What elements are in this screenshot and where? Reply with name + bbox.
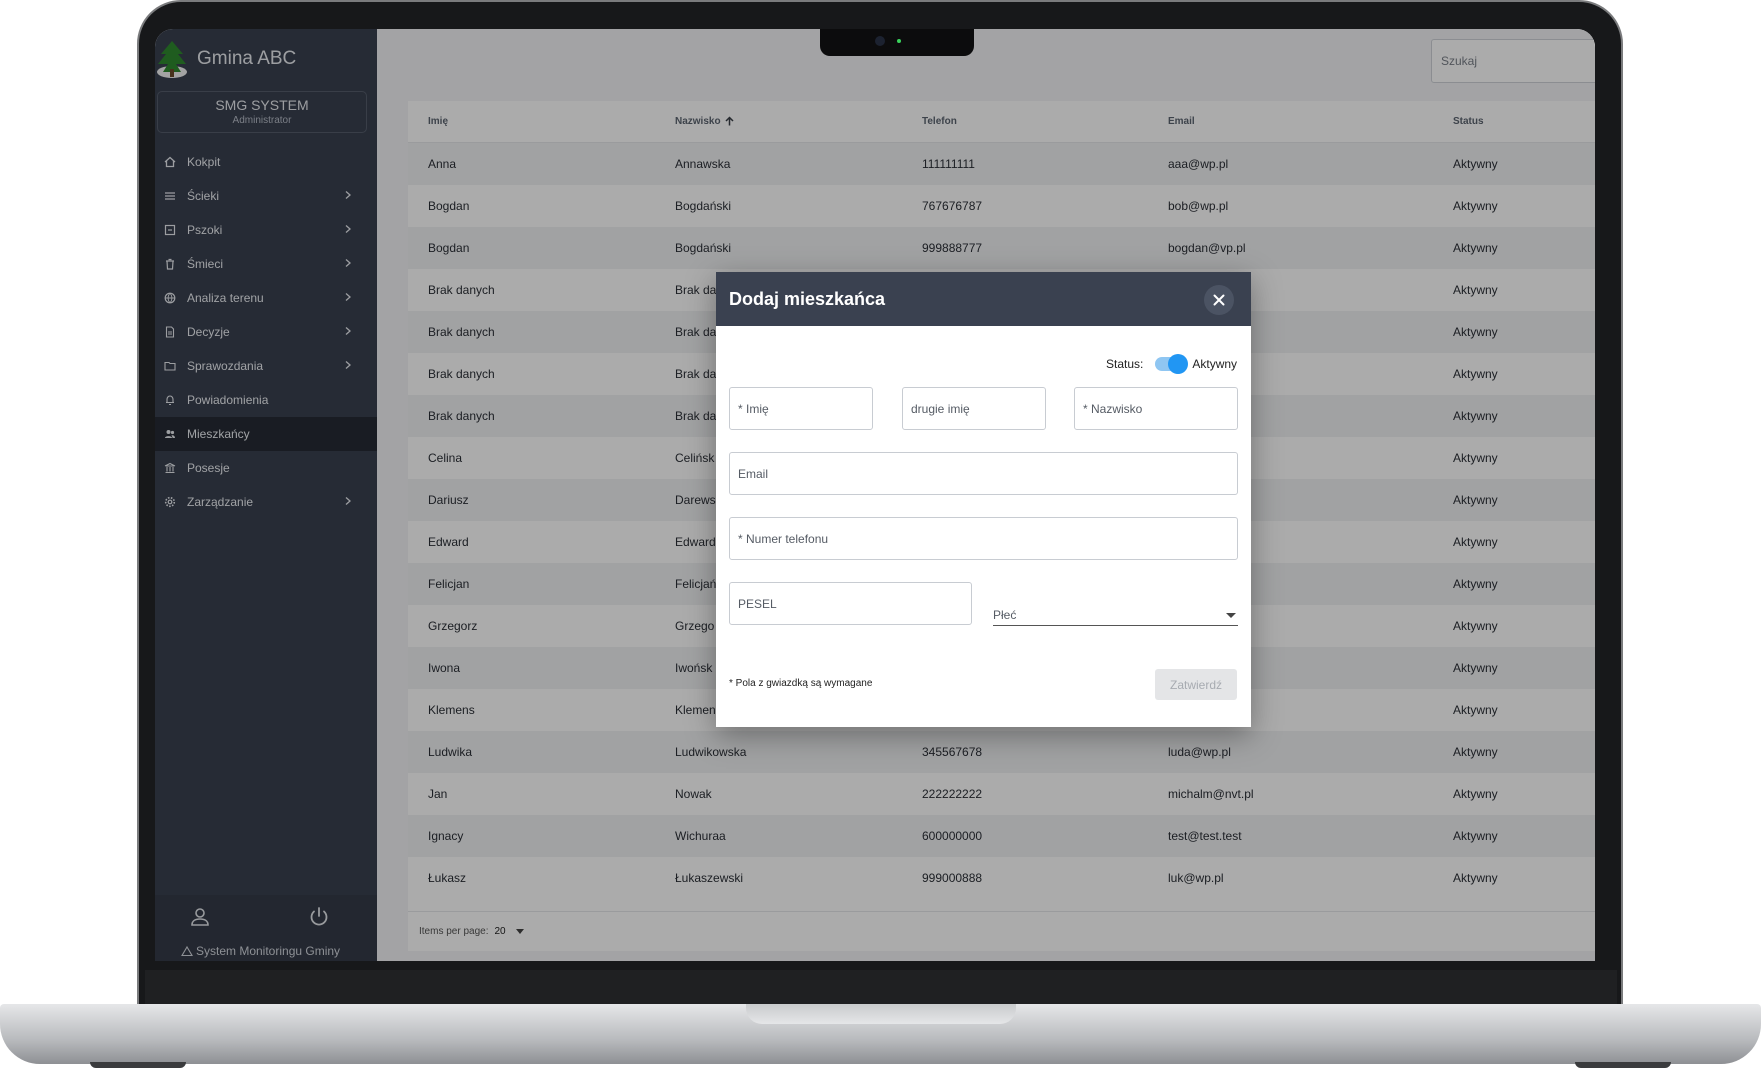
camera-notch [820,29,974,56]
laptop-foot-right [1575,1062,1671,1068]
required-fields-note: * Pola z gwiazdką są wymagane [729,678,873,689]
second-name-input[interactable] [911,401,1045,416]
second-name-field[interactable] [902,387,1046,430]
add-resident-dialog: Dodaj mieszkańca Status: Aktywny * Imię … [716,272,1251,727]
email-input[interactable] [738,466,1237,481]
dialog-title: Dodaj mieszkańca [729,288,886,309]
submit-button[interactable]: Zatwierdź [1155,669,1237,700]
screen: Gmina ABC SMG SYSTEM Administrator Kokpi… [155,29,1595,961]
phone-input[interactable] [738,531,1237,546]
status-label: Status: [1106,357,1144,371]
first-name-field[interactable] [729,387,873,430]
close-icon [1213,294,1225,306]
last-name-field[interactable] [1074,387,1238,430]
toggle-knob [1168,354,1189,374]
first-name-input[interactable] [738,401,872,416]
dialog-header: Dodaj mieszkańca [716,272,1251,326]
close-button[interactable] [1204,285,1234,315]
last-name-input[interactable] [1083,401,1237,416]
camera-led-icon [897,39,901,43]
status-row: Status: Aktywny [1106,354,1238,374]
status-toggle[interactable] [1155,354,1189,374]
laptop-foot-left [90,1062,186,1068]
chevron-down-icon [1226,613,1236,618]
pesel-field[interactable] [729,582,972,625]
laptop-hinge [145,970,1617,1004]
status-value: Aktywny [1192,357,1238,371]
laptop-thumb-notch [746,1004,1016,1024]
phone-field[interactable] [729,517,1238,560]
pesel-input[interactable] [738,596,971,611]
camera-lens-icon [875,36,885,46]
gender-select[interactable]: Płeć [993,602,1238,626]
email-field[interactable] [729,452,1238,495]
gender-select-placeholder: Płeć [993,608,1017,622]
